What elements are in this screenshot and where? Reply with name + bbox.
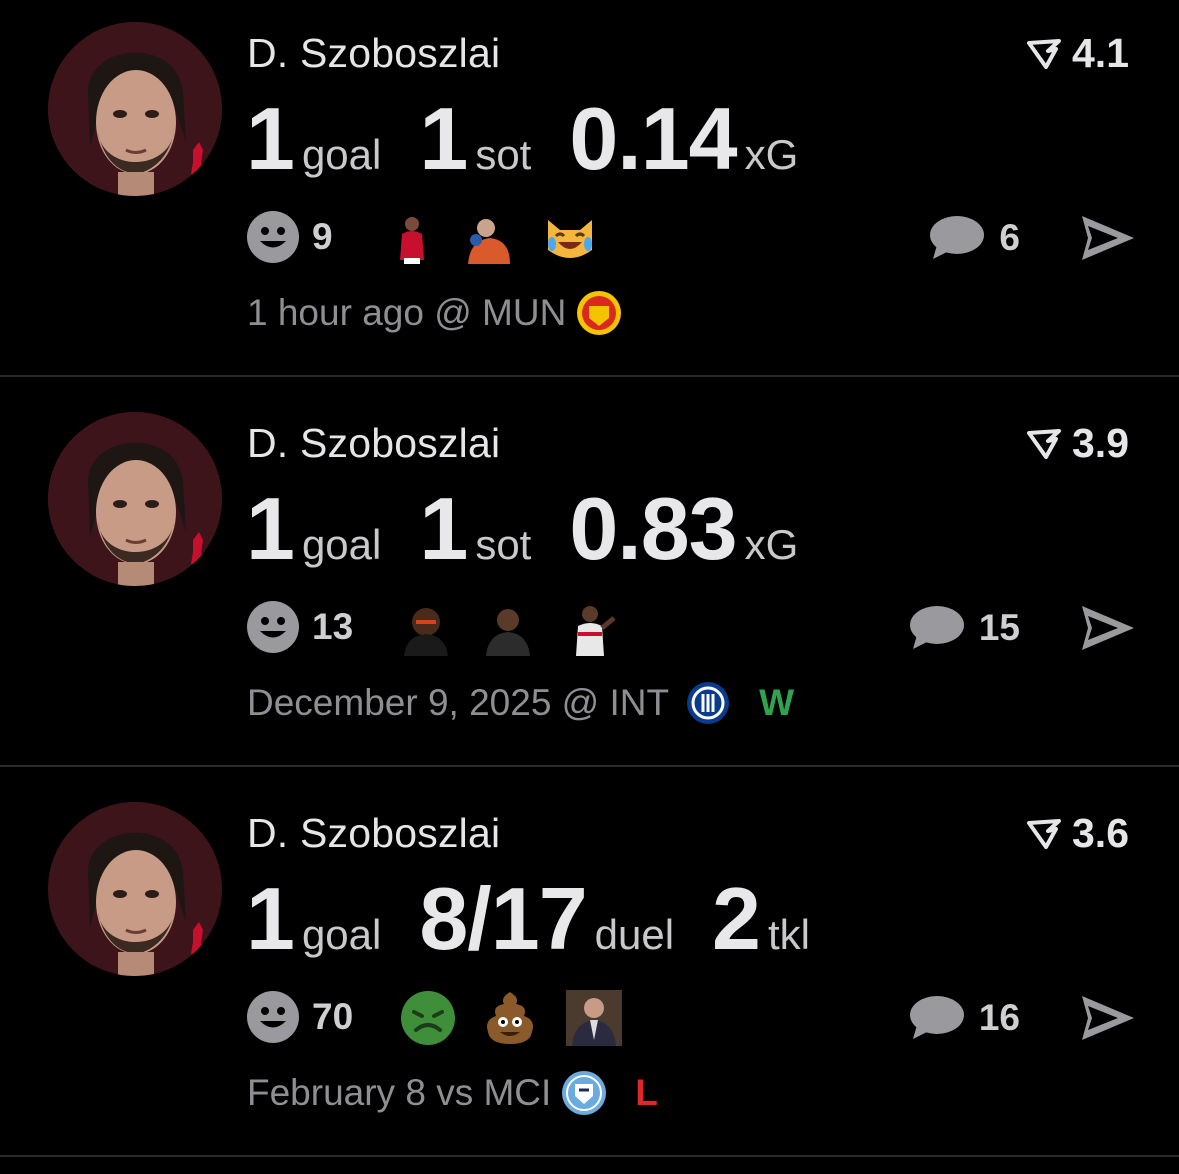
rating: 3.9: [1026, 420, 1129, 467]
send-icon[interactable]: [1080, 604, 1136, 652]
stat-unit: duel: [594, 911, 675, 958]
comment-count[interactable]: 15: [979, 607, 1020, 649]
player-sticker-icon[interactable]: [480, 600, 536, 656]
player-sticker-icon[interactable]: [564, 600, 620, 656]
match-info-text: February 8 vs MCI: [247, 1072, 552, 1113]
comment-icon[interactable]: [909, 605, 965, 651]
reaction-bar: 13 15: [246, 598, 1136, 658]
player-avatar[interactable]: L.F.C.: [48, 802, 222, 976]
reaction-count[interactable]: 13: [312, 606, 353, 648]
club-badge-label: L.F.C.: [180, 578, 208, 586]
stat-line: 1 goal 8/17 duel 2 tkl: [246, 868, 848, 970]
comment-icon[interactable]: [909, 995, 965, 1041]
stat-unit: tkl: [768, 911, 810, 958]
stat-unit: xG: [744, 521, 799, 568]
match-result: L: [635, 1072, 658, 1113]
stat-unit: goal: [301, 911, 382, 958]
add-reaction-icon[interactable]: [246, 990, 300, 1044]
stat-value: 2: [712, 869, 761, 968]
stat-line: 1 goal 1 sot 0.14 xG: [246, 88, 836, 190]
stat-value: 1: [246, 479, 295, 578]
player-name[interactable]: D. Szoboszlai: [247, 810, 500, 857]
card-divider: [0, 375, 1179, 377]
comment-count[interactable]: 16: [979, 997, 1020, 1039]
reaction-bar: 9 6: [246, 208, 1136, 268]
stat-unit: xG: [744, 131, 799, 178]
player-name[interactable]: D. Szoboszlai: [247, 420, 500, 467]
send-icon[interactable]: [1080, 214, 1136, 262]
rating-card[interactable]: L.F.C. D. Szoboszlai 3.6 1 goal 8/17 due…: [0, 780, 1179, 1168]
player-name[interactable]: D. Szoboszlai: [247, 30, 500, 77]
inter-crest-icon: [687, 682, 730, 724]
rating-card[interactable]: L.F.C. D. Szoboszlai 4.1 1 goal 1 sot 0.…: [0, 0, 1179, 388]
stat-unit: sot: [475, 131, 532, 178]
nauseated-face-emoji[interactable]: [400, 990, 456, 1046]
add-reaction-icon[interactable]: [246, 210, 300, 264]
rating-icon: [1027, 38, 1061, 69]
stat-unit: goal: [301, 521, 382, 568]
rating-card[interactable]: L.F.C. D. Szoboszlai 3.9 1 goal 1 sot 0.…: [0, 390, 1179, 778]
stat-value: 0.14: [569, 89, 737, 188]
rating-value: 3.6: [1072, 810, 1129, 856]
match-info[interactable]: February 8 vs MCI L: [247, 1070, 658, 1116]
club-badge-label: L.F.C.: [180, 968, 208, 976]
comment-group: 6: [929, 208, 1136, 268]
match-result: W: [759, 682, 795, 723]
reaction-count[interactable]: 9: [312, 216, 333, 258]
comment-group: 16: [909, 988, 1136, 1048]
player-sticker-icon[interactable]: [384, 210, 440, 266]
match-info-text: 1 hour ago @ MUN: [247, 292, 567, 333]
stat-unit: goal: [301, 131, 382, 178]
comment-group: 15: [909, 598, 1136, 658]
stat-value: 0.83: [569, 479, 737, 578]
player-avatar[interactable]: L.F.C.: [48, 412, 222, 586]
stat-value: 1: [246, 869, 295, 968]
club-badge-label: L.F.C.: [180, 188, 208, 196]
stat-value: 1: [246, 89, 295, 188]
stat-unit: sot: [475, 521, 532, 568]
player-avatar[interactable]: L.F.C.: [48, 22, 222, 196]
comment-count[interactable]: 6: [999, 217, 1020, 259]
laughing-cat-emoji[interactable]: [542, 210, 598, 266]
manchester-city-crest-icon: [562, 1071, 607, 1115]
rating-value: 3.9: [1072, 420, 1129, 466]
add-reaction-icon[interactable]: [246, 600, 300, 654]
send-icon[interactable]: [1080, 994, 1136, 1042]
match-info[interactable]: December 9, 2025 @ INT W: [247, 680, 794, 726]
card-divider: [0, 765, 1179, 767]
manchester-united-crest-icon: [577, 291, 622, 335]
stat-value: 1: [419, 479, 468, 578]
pile-of-poo-emoji[interactable]: [482, 990, 538, 1046]
rating-icon: [1027, 818, 1061, 849]
rating: 3.6: [1026, 810, 1129, 857]
card-divider: [0, 1155, 1179, 1157]
player-sticker-icon[interactable]: [398, 600, 454, 656]
reaction-bar: 70 16: [246, 988, 1136, 1048]
stat-value: 8/17: [419, 869, 587, 968]
match-info[interactable]: 1 hour ago @ MUN: [247, 290, 650, 336]
player-sticker-icon[interactable]: [460, 210, 516, 266]
comment-icon[interactable]: [929, 215, 985, 261]
rating-icon: [1027, 428, 1061, 459]
stat-line: 1 goal 1 sot 0.83 xG: [246, 478, 836, 580]
rating-value: 4.1: [1072, 30, 1129, 76]
reaction-count[interactable]: 70: [312, 996, 353, 1038]
rating: 4.1: [1026, 30, 1129, 77]
person-sticker-icon[interactable]: [566, 990, 622, 1046]
match-info-text: December 9, 2025 @ INT: [247, 682, 670, 723]
stat-value: 1: [419, 89, 468, 188]
